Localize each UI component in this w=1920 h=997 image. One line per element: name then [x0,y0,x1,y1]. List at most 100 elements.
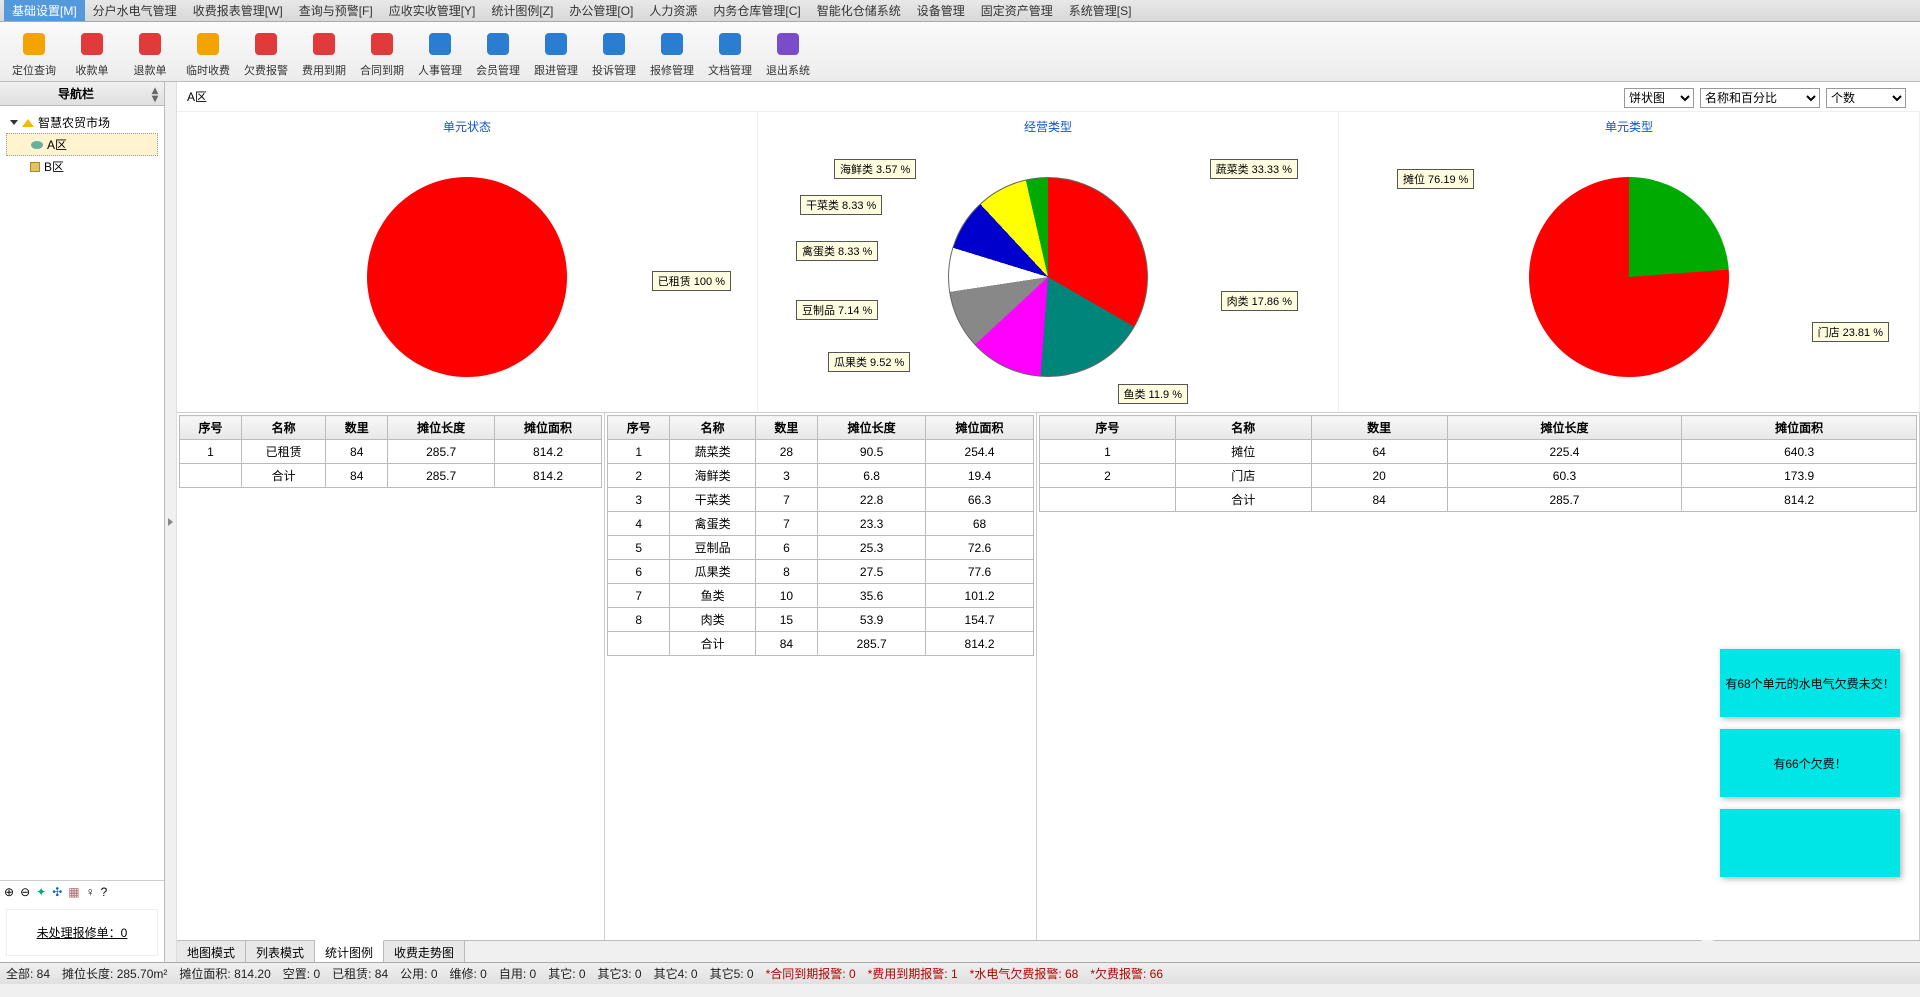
cell: 1 [608,440,670,464]
grid-icon[interactable]: ▦ [68,885,79,899]
cell: 瓜果类 [670,560,755,584]
help-icon[interactable]: ? [101,885,108,899]
contract-due-button[interactable]: 合同到期 [354,24,410,80]
toolbar-label: 收款单 [76,62,109,78]
bottom-tab[interactable]: 列表模式 [246,941,315,962]
cell: 28 [755,440,817,464]
chart-selectors: 饼状图 名称和百分比 个数 [1624,88,1906,108]
table-row[interactable]: 合计84285.7814.2 [180,464,602,488]
table-row[interactable]: 6瓜果类827.577.6 [608,560,1034,584]
sidebar-collapse-icon[interactable]: ▴▾ [149,86,161,102]
menu-item[interactable]: 人力资源 [641,0,705,21]
hr-icon [424,28,456,60]
cell: 鱼类 [670,584,755,608]
col-header: 摊位长度 [818,416,926,440]
pending-repair[interactable]: 未处理报修单：0 [6,909,158,956]
cell: 84 [326,464,388,488]
temp-fee-button[interactable]: 临时收费 [180,24,236,80]
locate-button[interactable]: 定位查询 [6,24,62,80]
tree-item[interactable]: B区 [6,156,158,177]
status-item: 已租赁: 84 [332,965,388,982]
cell: 53.9 [818,608,926,632]
menu-item[interactable]: 收费报表管理[W] [185,0,291,21]
hr-button[interactable]: 人事管理 [412,24,468,80]
menu-item[interactable]: 智能化仓储系统 [809,0,909,21]
follow-button[interactable]: 跟进管理 [528,24,584,80]
complain-button[interactable]: 投诉管理 [586,24,642,80]
compass-icon[interactable]: ✣ [52,885,62,899]
cell: 285.7 [1447,488,1682,512]
table-row[interactable]: 2海鲜类36.819.4 [608,464,1034,488]
table-row[interactable]: 2门店2060.3173.9 [1040,464,1917,488]
toast-notification[interactable] [1720,809,1900,877]
cell: 6 [608,560,670,584]
tree-root[interactable]: 智慧农贸市场 [6,112,158,133]
exit-button[interactable]: 退出系统 [760,24,816,80]
table-row[interactable]: 1摊位64225.4640.3 [1040,440,1917,464]
fee-due-button[interactable]: 费用到期 [296,24,352,80]
cell: 814.2 [495,464,602,488]
table-row[interactable]: 4禽蛋类723.368 [608,512,1034,536]
table-row[interactable]: 合计84285.7814.2 [1040,488,1917,512]
repair-button[interactable]: 报修管理 [644,24,700,80]
label-mode-select[interactable]: 名称和百分比 [1700,88,1820,108]
table-row[interactable]: 合计84285.7814.2 [608,632,1034,656]
panel-collapse-handle[interactable] [165,82,177,962]
col-header: 摊位面积 [495,416,602,440]
menu-item[interactable]: 统计图例[Z] [483,0,561,21]
bottom-tab[interactable]: 统计图例 [315,940,384,962]
menu-item[interactable]: 设备管理 [909,0,973,21]
status-item: 公用: 0 [400,965,437,982]
chart-unit-status: 单元状态 已租赁 100 % [177,112,758,412]
chart-title: 经营类型 [1018,112,1078,141]
menu-item[interactable]: 内务仓库管理[C] [705,0,808,21]
table-row[interactable]: 3干菜类722.866.3 [608,488,1034,512]
menu-item[interactable]: 查询与预警[F] [291,0,381,21]
toast-notification[interactable]: 有68个单元的水电气欠费未交！ [1720,649,1900,717]
callout: 鱼类 11.9 % [1118,384,1189,404]
table-row[interactable]: 7鱼类1035.6101.2 [608,584,1034,608]
charts-row: 单元状态 已租赁 100 % 经营类型 蔬菜类 33.33 % 肉类 17.86… [177,112,1920,412]
toolbar-label: 人事管理 [418,62,462,78]
callout: 蔬菜类 33.33 % [1210,159,1298,179]
col-header: 名称 [241,416,325,440]
member-button[interactable]: 会员管理 [470,24,526,80]
content-area: A区 饼状图 名称和百分比 个数 单元状态 已租赁 100 % 经营类型 蔬菜类… [177,82,1920,962]
table-row[interactable]: 1蔬菜类2890.5254.4 [608,440,1034,464]
toolbar-label: 文档管理 [708,62,752,78]
pie-wrap: 蔬菜类 33.33 % 肉类 17.86 % 鱼类 11.9 % 瓜果类 9.5… [758,141,1338,412]
menu-item[interactable]: 系统管理[S] [1061,0,1140,21]
bottom-tab[interactable]: 地图模式 [177,941,246,962]
cell: 8 [608,608,670,632]
expand-icon [10,120,18,125]
unit-select[interactable]: 个数 [1826,88,1906,108]
table-row[interactable]: 8肉类1553.9154.7 [608,608,1034,632]
cell: 3 [608,488,670,512]
menu-item[interactable]: 应收实收管理[Y] [381,0,484,21]
arrears-button[interactable]: 欠费报警 [238,24,294,80]
doc-button[interactable]: 文档管理 [702,24,758,80]
table-row[interactable]: 5豆制品625.372.6 [608,536,1034,560]
bulb-icon[interactable]: ♀ [86,885,95,899]
cell: 3 [755,464,817,488]
receipt-button[interactable]: 收款单 [64,24,120,80]
toolbar-label: 跟进管理 [534,62,578,78]
menu-item[interactable]: 基础设置[M] [4,0,85,21]
tree-root-label: 智慧农贸市场 [38,114,110,131]
zoom-in-icon[interactable]: ⊕ [4,885,14,899]
refund-button[interactable]: 退款单 [122,24,178,80]
zoom-out-icon[interactable]: ⊖ [20,885,30,899]
doc-icon [714,28,746,60]
menu-item[interactable]: 分户水电气管理 [85,0,185,21]
bottom-tab[interactable]: 收费走势图 [384,941,465,962]
menu-item[interactable]: 办公管理[O] [561,0,641,21]
receipt-icon [76,28,108,60]
tree-item[interactable]: A区 [6,133,158,156]
table-row[interactable]: 1已租赁84285.7814.2 [180,440,602,464]
callout: 干菜类 8.33 % [800,195,882,215]
toast-notification[interactable]: 有66个欠费！ [1720,729,1900,797]
chart-type-select[interactable]: 饼状图 [1624,88,1694,108]
target-icon[interactable]: ✦ [36,885,46,899]
cell [608,632,670,656]
menu-item[interactable]: 固定资产管理 [973,0,1061,21]
